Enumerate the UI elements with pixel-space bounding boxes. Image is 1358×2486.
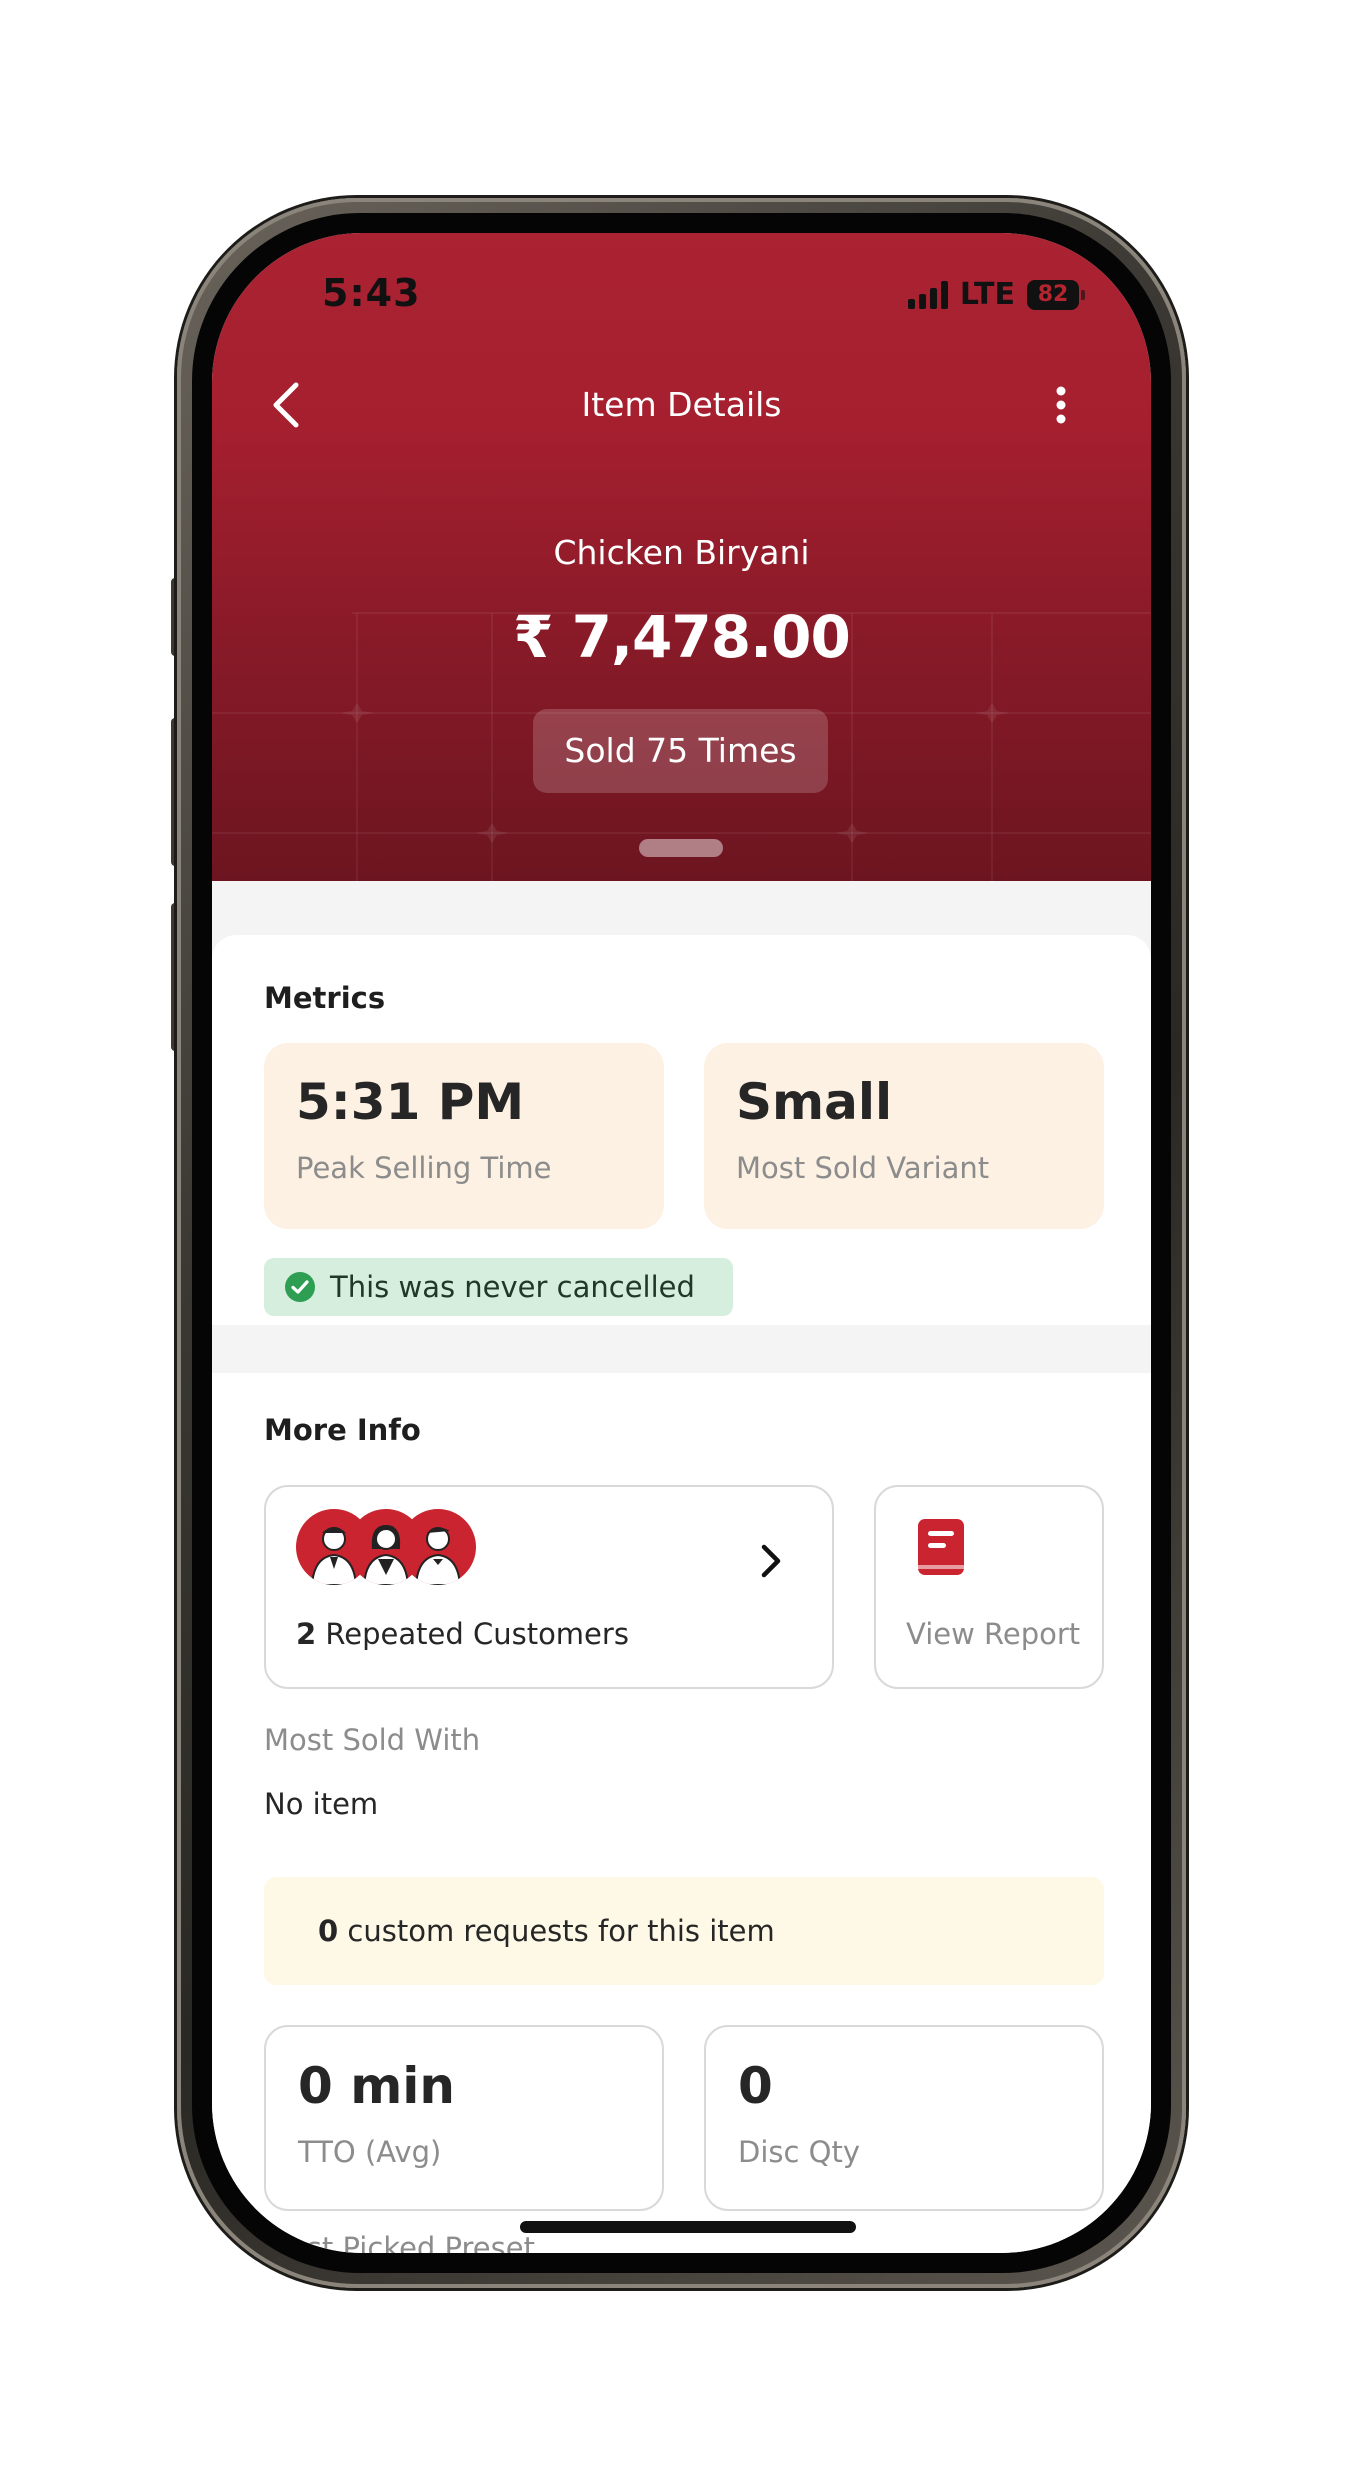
sheet-drag-handle[interactable] (639, 839, 723, 857)
disc-qty-value: 0 (738, 2057, 773, 2115)
report-book-icon (918, 1519, 964, 1575)
view-report-button[interactable]: View Report (874, 1485, 1104, 1689)
customer-avatars (296, 1509, 476, 1589)
repeated-customers-card[interactable]: 2 Repeated Customers (264, 1485, 834, 1689)
variant-label: Most Sold Variant (736, 1151, 990, 1185)
most-sold-variant-card: Small Most Sold Variant (704, 1043, 1104, 1229)
repeated-customers-text: Repeated Customers (325, 1617, 629, 1651)
custom-requests-banner: 0 custom requests for this item (264, 1877, 1104, 1985)
tto-value: 0 min (298, 2057, 456, 2115)
peak-time-value: 5:31 PM (296, 1073, 525, 1131)
check-circle-icon (285, 1272, 315, 1302)
repeated-customers-label: 2 Repeated Customers (296, 1617, 629, 1651)
metrics-title: Metrics (264, 981, 386, 1015)
screenshot-scene: 5:43 LTE 82 Item Details Chicken Biryani… (0, 0, 1358, 2486)
most-sold-with-label: Most Sold With (264, 1723, 481, 1757)
page-title: Item Details (581, 385, 782, 424)
home-indicator[interactable] (520, 2221, 856, 2233)
cancellation-status-text: This was never cancelled (330, 1270, 695, 1304)
custom-requests-text: custom requests for this item (347, 1914, 775, 1948)
custom-requests-count: 0 (318, 1914, 339, 1948)
more-info-title: More Info (264, 1413, 421, 1447)
disc-qty-label: Disc Qty (738, 2135, 861, 2169)
network-type: LTE (959, 277, 1015, 312)
peak-time-label: Peak Selling Time (296, 1151, 552, 1185)
tto-card: 0 min TTO (Avg) (264, 2025, 664, 2211)
phone-screen: 5:43 LTE 82 Item Details Chicken Biryani… (212, 233, 1151, 2253)
item-amount: ₹ 7,478.00 (513, 603, 851, 671)
status-time: 5:43 (322, 271, 421, 315)
battery-icon: 82 (1027, 279, 1085, 310)
tto-label: TTO (Avg) (298, 2135, 442, 2169)
chevron-right-icon (761, 1544, 781, 1578)
cellular-signal-icon (907, 280, 948, 309)
most-sold-with-value: No item (264, 1787, 379, 1821)
status-bar: 5:43 LTE 82 (212, 233, 1151, 323)
cancellation-status-badge: This was never cancelled (264, 1258, 733, 1316)
repeated-customers-count: 2 (296, 1617, 317, 1651)
battery-level: 82 (1027, 279, 1079, 310)
metrics-section: Metrics 5:31 PM Peak Selling Time Small … (212, 935, 1151, 1325)
variant-value: Small (736, 1073, 893, 1131)
sold-count-badge: Sold 75 Times (533, 709, 828, 793)
disc-qty-card: 0 Disc Qty (704, 2025, 1104, 2211)
more-info-section: More Info 2 Repeated Customers View Repo… (212, 1373, 1151, 2253)
item-header: 5:43 LTE 82 Item Details Chicken Biryani… (212, 233, 1151, 881)
most-picked-preset-label: Most Picked Preset (264, 2231, 535, 2253)
peak-selling-time-card: 5:31 PM Peak Selling Time (264, 1043, 664, 1229)
view-report-label: View Report (906, 1617, 1081, 1651)
status-indicators: LTE 82 (907, 277, 1085, 312)
more-options-icon[interactable] (1051, 375, 1071, 435)
item-name: Chicken Biryani (553, 533, 810, 572)
avatar (400, 1509, 476, 1585)
